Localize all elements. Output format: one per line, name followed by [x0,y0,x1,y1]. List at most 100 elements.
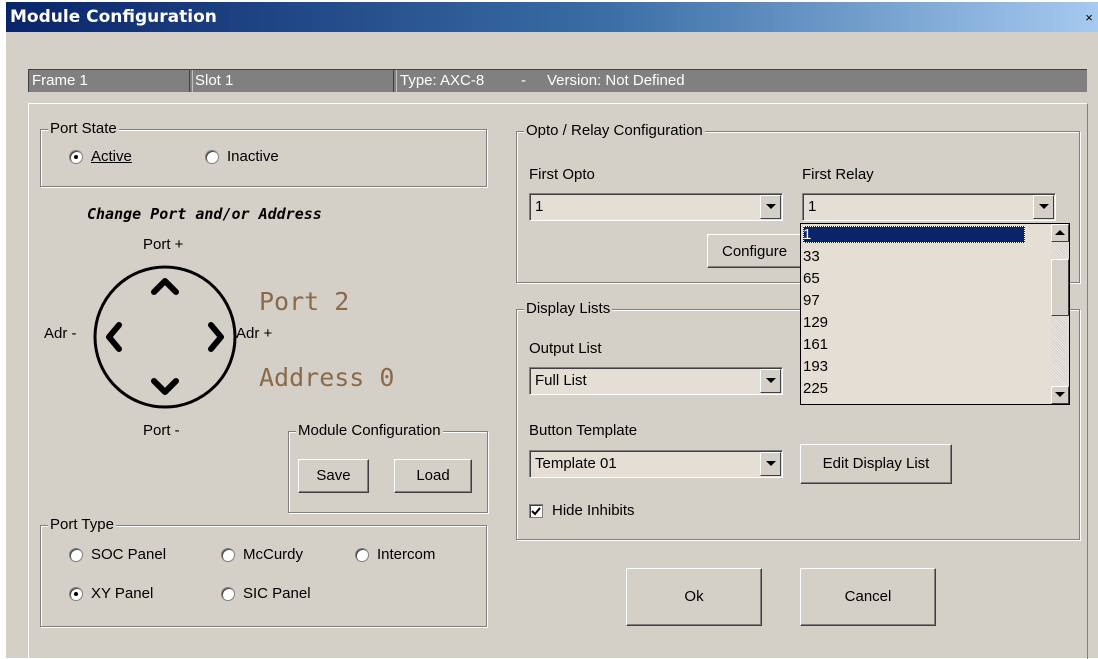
port-minus-label: Port - [143,422,180,439]
checkbox-box[interactable] [529,503,543,518]
output-list-label: Output List [529,340,602,357]
address-value: Address 0 [259,363,395,392]
radio-circle[interactable] [205,149,219,164]
button-template-combo[interactable]: Template 01 [529,450,783,478]
port-plus-label: Port + [143,236,184,253]
first-relay-combo[interactable]: 1 [802,193,1056,221]
load-button[interactable]: Load [394,459,472,493]
mccurdy-radio[interactable]: McCurdy [221,546,303,563]
cancel-button[interactable]: Cancel [800,568,936,626]
check-icon [531,506,541,515]
chevron-left-icon[interactable] [106,322,122,352]
active-radio[interactable]: Active [69,148,132,165]
port-value: Port 2 [259,287,350,316]
scroll-down-button[interactable] [1051,386,1069,404]
dropdown-arrow-button[interactable] [760,369,781,393]
dropdown-item[interactable]: 65 [803,270,1025,287]
chevron-up-icon[interactable] [151,278,179,295]
close-icon[interactable]: × [1082,11,1096,25]
version-label: Version: Not Defined [547,72,685,89]
inactive-radio[interactable]: Inactive [205,148,279,165]
save-button[interactable]: Save [298,459,369,493]
module-info-bar: Frame 1 Slot 1 Type: AXC-8 - Version: No… [28,69,1087,92]
radio-circle[interactable] [355,547,369,562]
status-separator: - [521,72,526,89]
save-button-label: Save [316,467,351,484]
xy-panel-radio[interactable]: XY Panel [69,585,153,602]
edit-display-list-label: Edit Display List [822,455,930,472]
radio-circle[interactable] [69,547,83,562]
soc-panel-radio[interactable]: SOC Panel [69,546,166,563]
inactive-radio-label: Inactive [227,148,279,165]
dropdown-item[interactable]: 1 [803,226,1025,243]
xy-panel-label: XY Panel [91,585,154,602]
status-divider [393,70,397,92]
edit-display-list-button[interactable]: Edit Display List [800,444,952,484]
load-button-label: Load [416,467,450,484]
adr-minus-label: Adr - [44,325,77,342]
chevron-right-icon[interactable] [208,322,224,352]
arrow-up-icon [1055,230,1065,235]
button-template-value: Template 01 [535,455,617,472]
vertical-scrollbar[interactable] [1051,224,1069,404]
port-type-label: Port Type [48,516,116,533]
scroll-up-button[interactable] [1051,224,1069,242]
module-configuration-window: Module Configuration × Frame 1 Slot 1 Ty… [6,2,1098,659]
intercom-label: Intercom [377,546,436,563]
button-template-label: Button Template [529,422,638,439]
first-relay-dropdown-list[interactable]: 1 33 65 97 129 161 193 225 [800,223,1070,405]
arrow-down-icon [1055,392,1065,397]
radio-circle[interactable] [221,547,235,562]
scroll-thumb[interactable] [1051,259,1069,316]
first-relay-label: First Relay [802,166,874,183]
sic-panel-label: SIC Panel [243,585,311,602]
type-label: Type: AXC-8 [400,72,485,89]
intercom-radio[interactable]: Intercom [355,546,435,563]
cancel-button-label: Cancel [844,588,892,605]
slot-label: Slot 1 [195,72,234,89]
port-state-label: Port State [48,120,119,137]
dropdown-item[interactable]: 193 [803,358,1025,375]
title-bar[interactable]: Module Configuration × [6,2,1098,32]
hide-inhibits-checkbox[interactable]: Hide Inhibits [529,502,635,519]
ok-button-label: Ok [684,588,704,605]
adr-plus-label: Adr + [236,325,273,342]
frame-label: Frame 1 [32,72,88,89]
module-configuration-label: Module Configuration [296,422,443,439]
dropdown-arrow-button[interactable] [760,452,781,476]
first-opto-label: First Opto [529,166,595,183]
dropdown-item[interactable]: 129 [803,314,1025,331]
first-opto-combo[interactable]: 1 [529,193,783,221]
mccurdy-label: McCurdy [243,546,304,563]
navigator-heading: Change Port and/or Address [87,205,322,223]
status-divider [189,70,193,92]
opto-relay-label: Opto / Relay Configuration [524,122,705,139]
radio-circle[interactable] [69,586,83,601]
output-list-value: Full List [535,372,587,389]
dropdown-item[interactable]: 225 [803,380,1025,397]
module-configuration-group: Module Configuration Save Load [288,422,488,513]
chevron-down-icon [1039,204,1049,209]
output-list-combo[interactable]: Full List [529,367,783,395]
soc-panel-label: SOC Panel [91,546,167,563]
dropdown-item[interactable]: 161 [803,336,1025,353]
sic-panel-radio[interactable]: SIC Panel [221,585,311,602]
chevron-down-icon[interactable] [151,378,179,395]
dropdown-item[interactable]: 33 [803,248,1025,265]
dropdown-arrow-button[interactable] [1033,195,1054,219]
dropdown-item[interactable]: 97 [803,292,1025,309]
window-title: Module Configuration [10,7,217,27]
dropdown-arrow-button[interactable] [760,195,781,219]
chevron-down-icon [766,204,776,209]
chevron-down-icon [766,461,776,466]
display-lists-label: Display Lists [524,300,613,317]
radio-circle[interactable] [221,586,235,601]
direction-pad [93,265,237,409]
port-state-group: Port State Active Inactive [40,120,487,187]
port-type-group: Port Type SOC Panel McCurdy Intercom XY … [40,516,487,627]
radio-circle[interactable] [69,149,83,164]
first-relay-value: 1 [808,198,817,215]
ok-button[interactable]: Ok [626,568,762,626]
active-radio-label: Active [91,148,132,165]
hide-inhibits-label: Hide Inhibits [552,502,635,519]
